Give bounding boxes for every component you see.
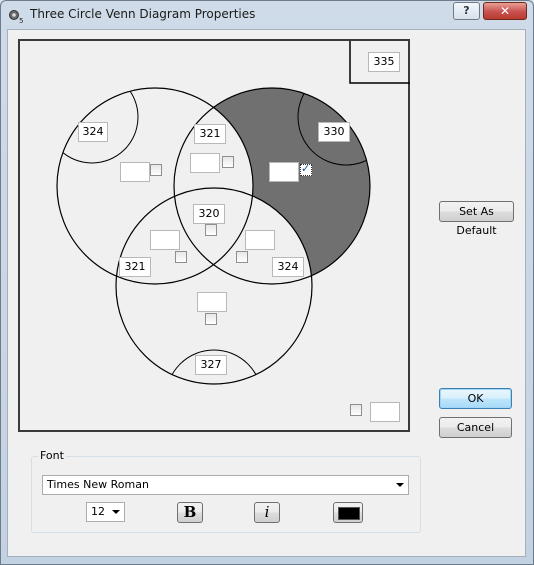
right-bottom-extra-field[interactable] [245, 230, 275, 250]
left-bottom-extra-field[interactable] [150, 230, 180, 250]
font-size-dropdown[interactable]: 12 [86, 502, 125, 522]
close-button[interactable]: ✕ [483, 2, 527, 20]
left-bottom-value-field[interactable]: 321 [119, 257, 151, 277]
chevron-down-icon [396, 483, 404, 487]
bottom-only-checkbox[interactable] [205, 313, 217, 325]
help-button[interactable]: ? [453, 2, 480, 20]
top-intersection-extra-field[interactable] [190, 153, 220, 173]
ok-button[interactable]: OK [439, 388, 512, 409]
left-only-extra-field[interactable] [120, 162, 150, 182]
left-inner-arc [57, 88, 139, 164]
left-bottom-checkbox[interactable] [175, 251, 187, 263]
top-intersection-checkbox[interactable] [222, 156, 234, 168]
title-bar[interactable]: 5 Three Circle Venn Diagram Properties ?… [1, 1, 533, 29]
window-title: Three Circle Venn Diagram Properties [30, 7, 256, 21]
chevron-down-icon [112, 510, 120, 514]
svg-text:5: 5 [19, 17, 23, 24]
font-size-value: 12 [91, 505, 105, 518]
font-family-value: Times New Roman [47, 478, 149, 491]
right-bottom-checkbox[interactable] [236, 251, 248, 263]
bottom-only-value-field[interactable]: 327 [195, 355, 227, 375]
right-bottom-value-field[interactable]: 324 [272, 257, 304, 277]
font-group-label: Font [38, 449, 66, 462]
outside-value-field[interactable]: 335 [368, 52, 400, 72]
right-only-extra-field[interactable] [269, 162, 299, 182]
set-as-default-button[interactable]: Set As Default [439, 201, 514, 237]
right-only-checkbox[interactable] [300, 162, 312, 176]
color-swatch [338, 507, 360, 520]
outside-checkbox[interactable] [350, 404, 362, 416]
left-only-value-field[interactable]: 324 [78, 122, 108, 142]
right-only-value-field[interactable]: 330 [318, 122, 350, 142]
venn-gear-icon: 5 [9, 10, 23, 24]
left-only-checkbox[interactable] [150, 164, 162, 176]
bold-button[interactable]: B [177, 502, 203, 523]
center-checkbox[interactable] [205, 224, 217, 236]
bottom-only-extra-field[interactable] [197, 292, 227, 312]
font-color-button[interactable] [333, 502, 363, 523]
italic-button[interactable]: i [254, 502, 280, 523]
top-intersection-value-field[interactable]: 321 [194, 124, 226, 144]
outside-extra-field[interactable] [370, 402, 400, 422]
font-family-dropdown[interactable]: Times New Roman [42, 475, 409, 495]
cancel-button[interactable]: Cancel [439, 417, 512, 438]
center-value-field[interactable]: 320 [193, 204, 225, 224]
